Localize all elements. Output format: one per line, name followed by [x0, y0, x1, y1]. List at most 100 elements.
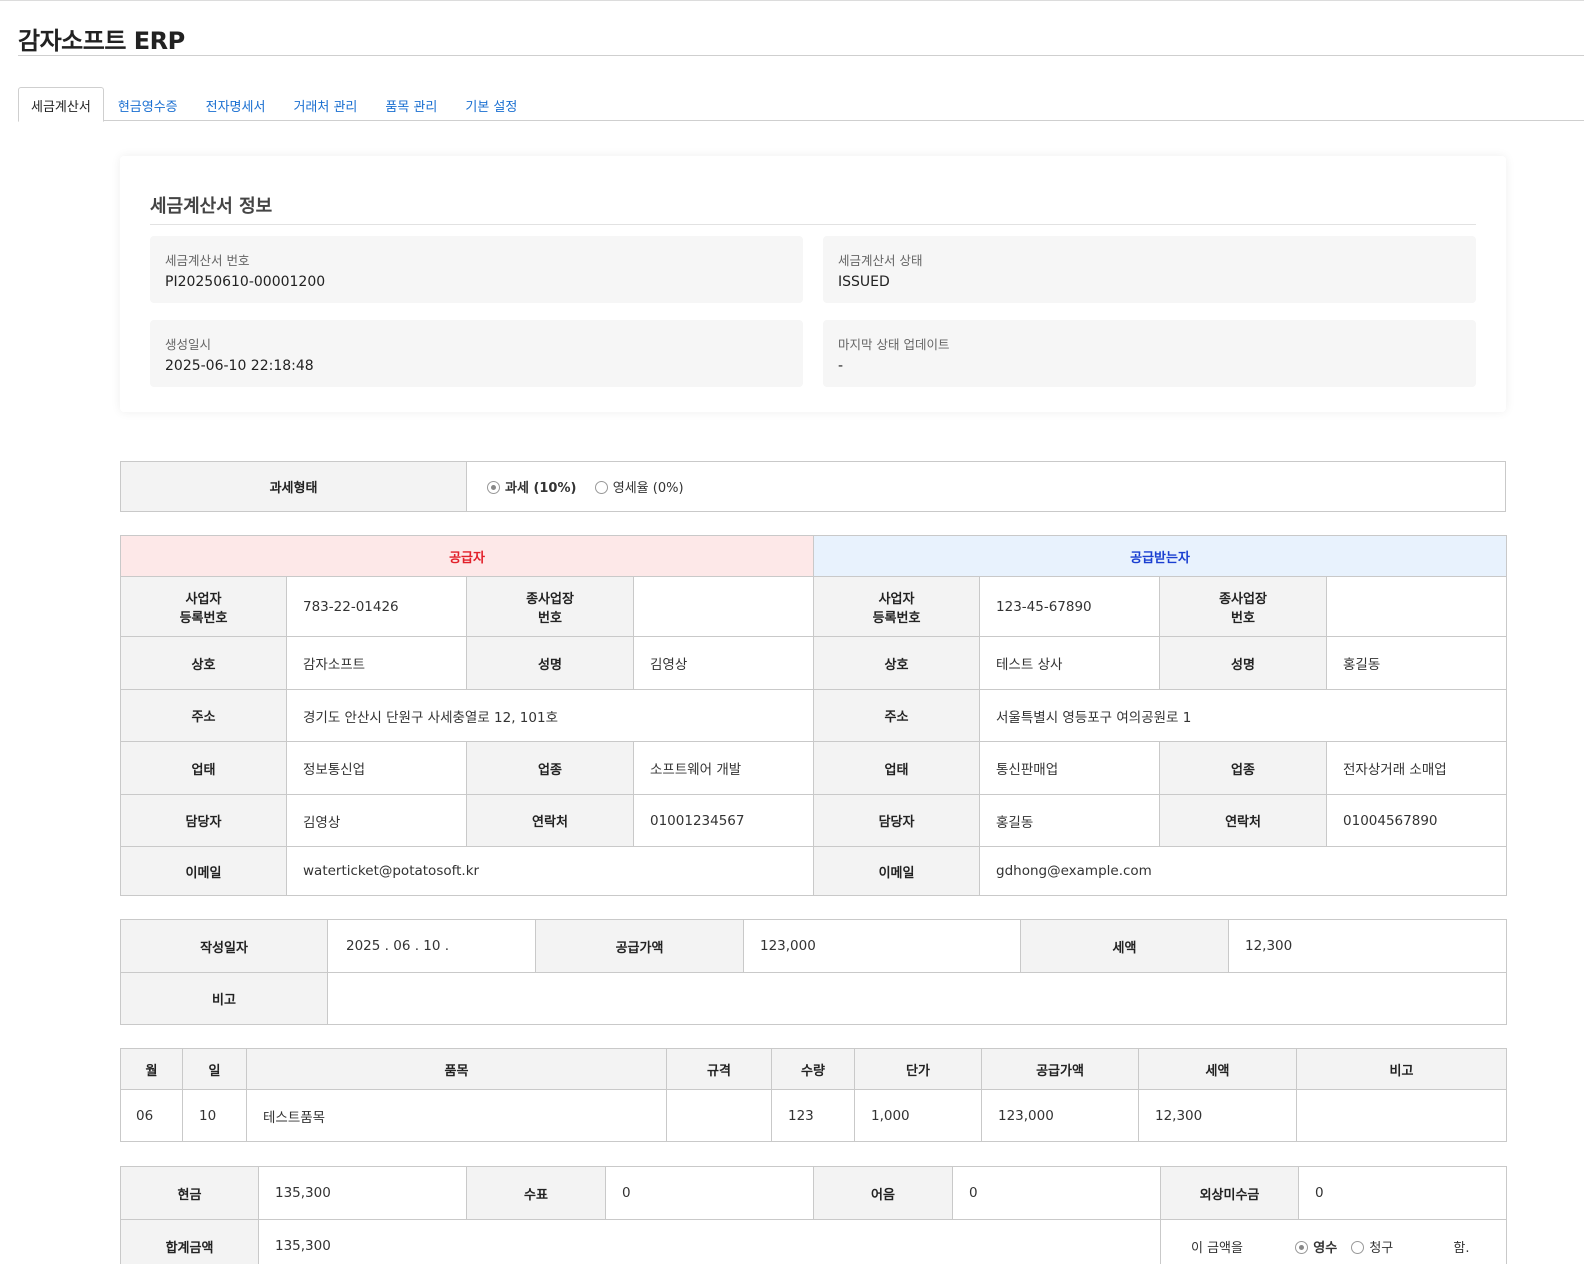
invoice-status-value: ISSUED	[838, 274, 890, 290]
supplier-biz-type: 정보통신업	[286, 741, 467, 795]
buyer-manager: 홍길동	[979, 794, 1161, 847]
buyer-manager-label: 담당자	[813, 794, 981, 847]
invoice-number-value: PI20250610-00001200	[165, 274, 326, 290]
receipt-radio[interactable]	[1295, 1240, 1309, 1254]
supplier-address-label: 주소	[120, 689, 287, 742]
info-card-divider	[150, 224, 1476, 225]
created-at-label: 생성일시	[165, 337, 212, 352]
supplier-sub-biz-label: 종사업장 번호	[466, 576, 634, 637]
supplier-sub-biz-no	[632, 576, 815, 637]
claim-radio[interactable]	[1351, 1240, 1365, 1254]
tab-bar: 세금계산서 현금영수증 전자명세서 거래처 관리 품목 관리 기본 설정	[18, 87, 1584, 122]
check-label: 수표	[466, 1166, 606, 1220]
buyer-email: gdhong@example.com	[979, 846, 1508, 896]
bill-label: 어음	[813, 1166, 953, 1220]
supplier-header: 공급자	[119, 535, 815, 577]
buyer-name: 홍길동	[1326, 636, 1508, 690]
supplier-name: 김영상	[632, 636, 815, 690]
supply-amount-label: 공급가액	[535, 919, 744, 973]
item-unit-price: 1,000	[854, 1089, 982, 1142]
supplier-address: 경기도 안산시 단원구 사세충열로 12, 101호	[285, 689, 815, 742]
tax-type-zero-rate-radio[interactable]	[594, 481, 608, 494]
supplier-manager: 김영상	[286, 794, 467, 847]
invoice-number-box: 세금계산서 번호 PI20250610-00001200	[150, 236, 803, 303]
issue-date-label: 작성일자	[120, 919, 328, 973]
col-supply-amount: 공급가액	[981, 1048, 1139, 1090]
tax-type-table: 과세형태 과세 (10%) 영세율 (0%)	[120, 461, 1506, 512]
tab-basic-settings[interactable]: 기본 설정	[451, 87, 531, 121]
last-update-value: -	[838, 358, 844, 374]
payment-table: 현금 135,300 수표 0 어음 0 외상미수금 0 합계금액 135,30…	[120, 1166, 1507, 1264]
tab-cash-receipt[interactable]: 현금영수증	[104, 87, 192, 121]
claim-label[interactable]: 청구	[1369, 1241, 1393, 1256]
item-day: 10	[182, 1089, 247, 1142]
supplier-company: 감자소프트	[286, 636, 467, 690]
receipt-claim-cell: 이 금액을 영수 청구 함.	[1160, 1219, 1507, 1264]
col-quantity: 수량	[771, 1048, 855, 1090]
buyer-name-label: 성명	[1159, 636, 1328, 690]
supplier-biz-no: 783-22-01426	[286, 576, 467, 637]
buyer-sub-biz-label: 종사업장 번호	[1159, 576, 1328, 637]
app-title: 감자소프트 ERP	[18, 27, 185, 55]
buyer-header: 공급받는자	[813, 535, 1508, 577]
item-name: 테스트품목	[246, 1089, 667, 1142]
cash-amount: 135,300	[258, 1166, 467, 1220]
supplier-biz-item: 소프트웨어 개발	[632, 741, 815, 795]
col-tax: 세액	[1138, 1048, 1297, 1090]
invoice-number-label: 세금계산서 번호	[165, 253, 250, 268]
tax-amount: 12,300	[1228, 919, 1507, 973]
supplier-phone: 01001234567	[632, 794, 815, 847]
tab-tax-invoice[interactable]: 세금계산서	[18, 87, 104, 122]
tax-type-taxable-label[interactable]: 과세 (10%)	[505, 481, 576, 496]
invoice-info-card: 세금계산서 정보 세금계산서 번호 PI20250610-00001200 세금…	[120, 156, 1506, 412]
info-card-title: 세금계산서 정보	[150, 196, 273, 217]
buyer-phone-label: 연락처	[1159, 794, 1328, 847]
title-divider	[18, 55, 1584, 56]
created-at-value: 2025-06-10 22:18:48	[165, 358, 314, 374]
cash-label: 현금	[120, 1166, 259, 1220]
issue-date: 2025 . 06 . 10 .	[327, 919, 536, 973]
buyer-email-label: 이메일	[813, 846, 981, 896]
created-at-box: 생성일시 2025-06-10 22:18:48	[150, 320, 803, 387]
supplier-email-label: 이메일	[120, 846, 287, 896]
item-remarks	[1296, 1089, 1507, 1142]
buyer-biz-item: 전자상거래 소매업	[1326, 741, 1508, 795]
col-day: 일	[182, 1048, 247, 1090]
last-update-label: 마지막 상태 업데이트	[838, 337, 950, 352]
col-spec: 규격	[666, 1048, 772, 1090]
remarks-label: 비고	[120, 972, 328, 1025]
credit-label: 외상미수금	[1160, 1166, 1299, 1220]
col-unit-price: 단가	[854, 1048, 982, 1090]
tax-type-options: 과세 (10%) 영세율 (0%)	[466, 461, 1506, 512]
table-row: 06 10 테스트품목 123 1,000 123,000 12,300	[120, 1089, 1507, 1142]
buyer-biz-no-label: 사업자 등록번호	[813, 576, 981, 637]
supply-amount: 123,000	[743, 919, 1021, 973]
tab-e-statement[interactable]: 전자명세서	[192, 87, 280, 121]
supplier-email: waterticket@potatosoft.kr	[285, 846, 815, 896]
buyer-biz-type: 통신판매업	[979, 741, 1161, 795]
credit-amount: 0	[1298, 1166, 1507, 1220]
item-tax: 12,300	[1138, 1089, 1297, 1142]
buyer-biz-no: 123-45-67890	[979, 576, 1161, 637]
invoice-status-box: 세금계산서 상태 ISSUED	[823, 236, 1476, 303]
buyer-company-label: 상호	[813, 636, 981, 690]
tax-type-taxable-radio[interactable]	[487, 481, 500, 494]
tab-client-management[interactable]: 거래처 관리	[279, 87, 371, 121]
tax-type-label: 과세형태	[120, 461, 467, 512]
buyer-address-label: 주소	[813, 689, 981, 742]
supplier-phone-label: 연락처	[466, 794, 634, 847]
col-item: 품목	[246, 1048, 667, 1090]
buyer-address: 서울특별시 영등포구 여의공원로 1	[979, 689, 1508, 742]
invoice-status-label: 세금계산서 상태	[838, 253, 923, 268]
tab-item-management[interactable]: 품목 관리	[371, 87, 451, 121]
item-month: 06	[120, 1089, 183, 1142]
receipt-label[interactable]: 영수	[1313, 1241, 1337, 1256]
item-supply-amount: 123,000	[981, 1089, 1139, 1142]
amount-prefix: 이 금액을	[1191, 1240, 1243, 1256]
tax-type-zero-rate-label[interactable]: 영세율 (0%)	[613, 481, 684, 496]
bill-amount: 0	[952, 1166, 1161, 1220]
supplier-name-label: 성명	[466, 636, 634, 690]
total-label: 합계금액	[120, 1219, 259, 1264]
supplier-biz-type-label: 업태	[120, 741, 287, 795]
check-amount: 0	[605, 1166, 814, 1220]
